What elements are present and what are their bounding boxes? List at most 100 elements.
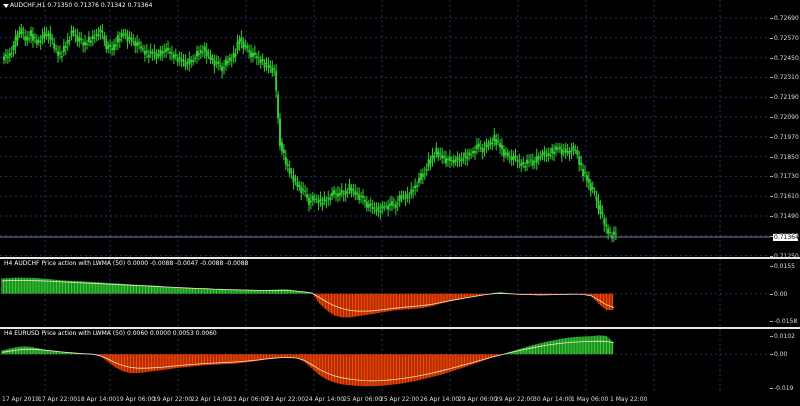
candle-body [55,48,58,50]
candle-body [232,52,235,58]
candle-body [477,143,480,147]
indicator-pane-eurusd[interactable]: H4 EURUSD Price action with LWMA (50) 0.… [0,329,770,394]
candle-body [531,160,534,166]
current-price-box: 0.71364 [773,234,799,241]
candle-body [14,36,17,47]
candle-body [39,40,42,43]
candle-body [80,38,83,41]
candle-body [269,65,272,68]
candle-body [417,178,420,183]
candle-body [599,205,602,214]
candle-body [215,62,218,64]
candle-body [155,53,158,59]
candle-body [497,141,500,143]
candle-body [6,56,9,59]
candle-body [445,157,448,164]
candle-body [350,188,353,194]
candle-body [279,118,282,146]
candle-body [280,142,283,152]
candle-body [302,189,305,191]
candle-body [327,197,330,200]
candle-body [325,200,328,202]
candle-body [522,162,525,165]
candle-body [365,201,368,208]
candle-body [91,35,94,39]
candle-body [460,157,463,162]
candle-body [462,159,465,161]
candle-body [199,50,202,54]
candle-body [141,48,144,50]
candle-body [427,159,430,167]
candle-body [394,204,397,208]
candle-body [564,148,567,154]
time-axis[interactable]: 17 Apr 2019 17 Apr 22:00 18 Apr 14:00 19 Ap… [0,394,800,406]
candle-body [120,32,123,37]
main-chart-canvas[interactable] [0,0,770,257]
indicator-pane-audchf[interactable]: H4 AUDCHF Price action with LWMA (50) 0.… [0,259,770,327]
candle-body [107,45,110,49]
candle-body [309,200,312,203]
candle-body [437,151,440,158]
indicator-canvas-audchf[interactable] [0,259,770,327]
candle-body [556,148,559,150]
candle-body [22,32,25,34]
candle-body [591,187,594,190]
candle-body [105,40,108,50]
candle-body [74,34,77,36]
candle-body [414,185,417,189]
main-chart-pane[interactable]: AUDCHF,H1 0.71350 0.71376 0.71342 0.7136… [0,0,770,257]
main-price-scale[interactable]: 0.72690 0.72570 0.72450 0.72310 0.72190 0.720… [770,0,800,260]
candle-body [192,60,195,62]
indicator-scale-tick: 0.0155 [770,263,795,270]
price-scale-tick: 0.72690 [770,15,799,22]
candle-body [390,201,393,206]
candle-body [168,51,171,54]
indicator-scale-eurusd[interactable]: 0.0102 0.00 -0.019 [769,329,800,394]
candle-body [194,57,197,59]
candle-body [392,204,395,206]
candle-body [72,30,75,33]
candle-body [128,37,131,39]
candle-body [446,159,449,161]
candle-body [298,184,301,188]
price-scale-tick: 0.72090 [770,114,799,121]
candle-body [219,65,222,67]
candle-body [271,67,274,73]
candle-body [174,54,177,57]
candle-body [103,35,106,41]
candle-body [371,207,374,209]
candle-body [190,60,193,63]
candle-body [582,169,585,177]
candle-body [62,46,65,53]
candle-body [66,40,69,44]
candle-body [481,147,484,153]
symbol-menu-icon[interactable] [3,4,9,8]
candle-body [319,198,322,202]
candle-body [143,50,146,55]
indicator-scale-tick: -0.019 [769,385,794,392]
candle-body [334,193,337,195]
time-axis-tick: 17 Apr 2019 [2,396,40,403]
price-scale-tick: 0.72450 [770,54,799,62]
candle-body [228,57,231,62]
candle-body [26,36,29,41]
candle-body [504,152,507,155]
candle-body [321,202,324,206]
candle-body [529,159,532,161]
candle-body [97,34,100,37]
candle-body [99,29,102,33]
candle-body [246,46,249,49]
candle-body [157,54,160,56]
indicator-scale-audchf[interactable]: 0.0155 0.00 -0.0158 [769,259,800,327]
candle-body [340,190,343,194]
candle-body [419,173,422,181]
candle-body [410,189,413,195]
candle-body [603,218,606,225]
candle-body [275,70,278,91]
indicator-canvas-eurusd[interactable] [0,329,770,394]
candle-body [132,41,135,43]
candle-body [508,156,511,158]
candle-body [226,61,229,64]
candle-body [383,207,386,209]
candle-body [114,44,117,47]
